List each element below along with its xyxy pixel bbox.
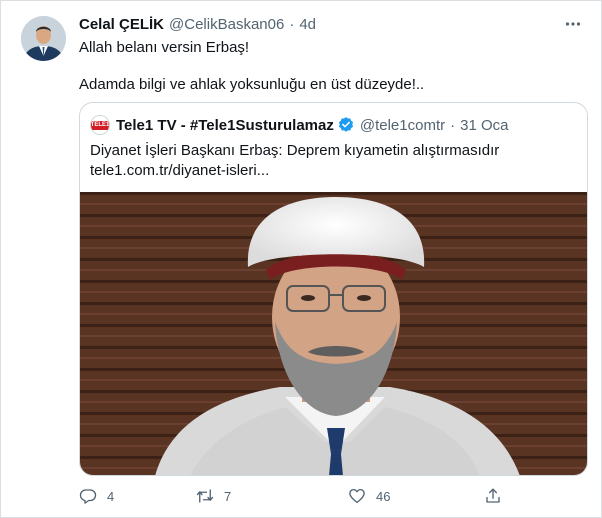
more-options-button[interactable] xyxy=(563,15,583,33)
quoted-separator-dot: · xyxy=(450,116,456,134)
quoted-tweet-photo[interactable] xyxy=(80,192,587,475)
quoted-tweet-time: 31 Oca xyxy=(460,116,509,134)
share-icon xyxy=(486,488,500,503)
tweet-header: Celal ÇELİK @CelikBaskan06 · 4d xyxy=(79,15,316,33)
quoted-tweet-link[interactable]: tele1.com.tr/diyanet-isleri... xyxy=(90,161,269,181)
more-icon xyxy=(565,22,581,26)
portrait-photo xyxy=(80,192,587,475)
quoted-tweet-header: TELE1 Tele1 TV - #Tele1Susturulamaz @tel… xyxy=(90,115,509,135)
author-avatar[interactable] xyxy=(21,16,66,61)
quoted-author-display-name: Tele1 TV - #Tele1Susturulamaz xyxy=(116,116,334,134)
tweet-text-line-2: Adamda bilgi ve ahlak yoksunluğu en üst … xyxy=(79,76,425,93)
share-button[interactable] xyxy=(484,486,502,506)
like-count: 46 xyxy=(376,488,391,504)
tweet-actions: 4 7 46 xyxy=(79,486,519,506)
tele1-logo: TELE1 xyxy=(90,120,110,130)
reply-count: 4 xyxy=(107,488,115,504)
retweet-icon xyxy=(196,489,214,503)
reply-button[interactable]: 4 xyxy=(79,486,114,506)
tweet-time[interactable]: 4d xyxy=(299,16,316,33)
heart-icon xyxy=(349,488,365,504)
retweet-count: 7 xyxy=(224,488,232,504)
verified-badge-icon xyxy=(338,117,353,132)
reply-icon xyxy=(79,489,97,504)
separator-dot: · xyxy=(289,15,295,33)
author-display-name[interactable]: Celal ÇELİK xyxy=(79,16,164,33)
author-handle[interactable]: @CelikBaskan06 xyxy=(169,16,284,33)
quoted-author-handle: @tele1comtr xyxy=(359,116,446,134)
retweet-button[interactable]: 7 xyxy=(196,486,231,506)
quoted-tweet[interactable]: TELE1 Tele1 TV - #Tele1Susturulamaz @tel… xyxy=(79,102,588,476)
tweet-card[interactable]: Celal ÇELİK @CelikBaskan06 · 4d Allah be… xyxy=(0,0,602,518)
like-button[interactable]: 46 xyxy=(348,486,390,506)
user-avatar-icon xyxy=(21,16,66,61)
quoted-author-avatar: TELE1 xyxy=(90,115,110,135)
tweet-text-line-1: Allah belanı versin Erbaş! xyxy=(79,39,250,56)
quoted-tweet-text: Diyanet İşleri Başkanı Erbaş: Deprem kıy… xyxy=(90,142,500,159)
